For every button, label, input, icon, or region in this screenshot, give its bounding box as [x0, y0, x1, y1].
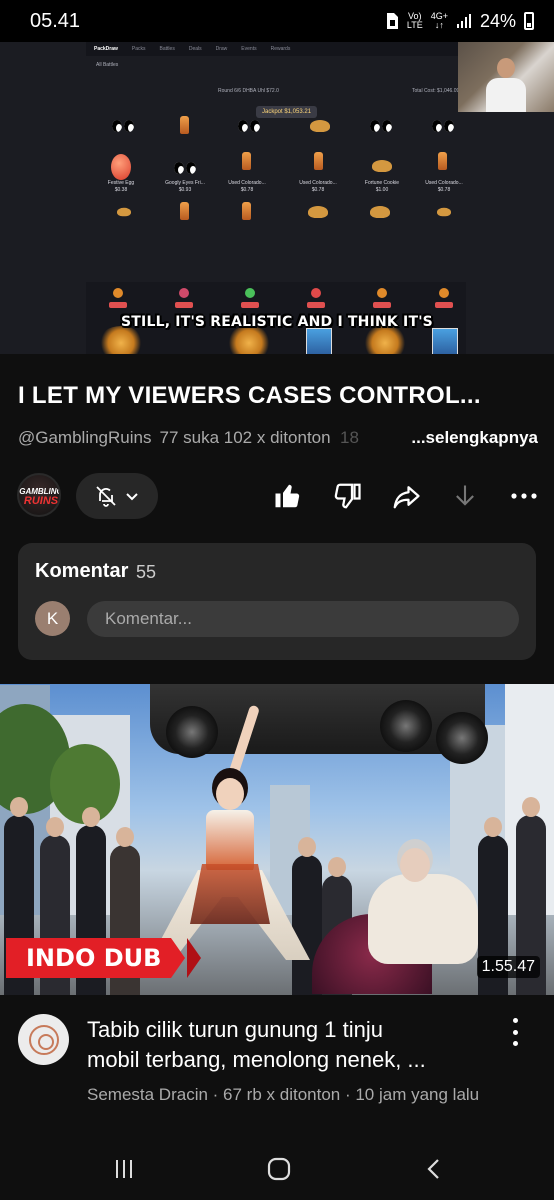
- item-name: Googly Eyes Fri...: [165, 180, 205, 186]
- embedded-jackpot: Jackpot $1,053.21: [256, 106, 318, 118]
- status-icons: Vo) LTE 4G+ ↓↑ 24%: [385, 11, 534, 32]
- item-price: $1.00: [375, 187, 389, 193]
- embedded-round: Round 6/6 DHBA Uhl $72.0: [218, 88, 279, 94]
- dislike-button[interactable]: [329, 478, 365, 514]
- comments-label: Komentar: [35, 560, 129, 582]
- channel-handle[interactable]: @GamblingRuins: [18, 428, 151, 448]
- embedded-total-cost: Total Cost: $1,046.09: [412, 88, 460, 94]
- chevron-down-icon: [126, 493, 138, 501]
- comments-count: 55: [136, 562, 157, 582]
- home-icon: [267, 1157, 291, 1181]
- notification-bell-button[interactable]: [76, 473, 158, 519]
- signal-icon: [456, 14, 471, 28]
- video-meta[interactable]: @GamblingRuins 77 suka 102 x ditonton 18…: [18, 428, 538, 448]
- item-bottle: [438, 152, 447, 170]
- user-avatar: K: [35, 601, 70, 636]
- item-name: Festive Egg: [107, 180, 135, 186]
- item-price: $0.78: [437, 187, 451, 193]
- next-video-title[interactable]: Tabib cilik turun gunung 1 tinju mobil t…: [87, 1015, 497, 1075]
- item-bottle: [180, 202, 189, 220]
- item-bottle: [242, 152, 251, 170]
- recent-apps-icon: [116, 1160, 132, 1178]
- streamer-webcam: [458, 42, 554, 112]
- battery-percent: 24%: [479, 10, 516, 31]
- item-price: $0.38: [114, 187, 128, 193]
- item-cookie: [117, 207, 131, 217]
- thumbs-down-icon: [334, 483, 361, 509]
- item-cookie: [370, 206, 390, 218]
- download-button[interactable]: [447, 478, 483, 514]
- comment-input[interactable]: Komentar...: [87, 601, 519, 637]
- item-cookie: [308, 206, 328, 218]
- indo-dub-badge: INDO DUB: [6, 938, 202, 978]
- next-channel-avatar[interactable]: [18, 1014, 69, 1065]
- thumbnail-grandmother: [312, 844, 482, 994]
- sim-card-icon: [386, 13, 398, 29]
- item-cookie: [310, 120, 330, 132]
- more-horizontal-icon: [511, 493, 537, 499]
- back-button[interactable]: [414, 1154, 454, 1184]
- item-eyes: [112, 120, 134, 132]
- back-icon: [427, 1159, 439, 1179]
- next-video-meta: Semesta Dracin · 67 rb x ditonton · 10 j…: [87, 1085, 480, 1104]
- item-eyes: [174, 162, 196, 174]
- video-title[interactable]: I LET MY VIEWERS CASES CONTROL...: [18, 382, 538, 410]
- recent-apps-button[interactable]: [104, 1154, 144, 1184]
- volte-indicator: Vo) LTE: [406, 11, 423, 30]
- video-player[interactable]: PackDraw Packs Battles Deals Draw Events…: [0, 42, 554, 354]
- like-button[interactable]: [270, 478, 306, 514]
- item-egg: [111, 154, 131, 180]
- home-button[interactable]: [259, 1154, 299, 1184]
- comments-card[interactable]: Komentar 55 K Komentar...: [18, 543, 536, 660]
- item-bottle: [242, 202, 251, 220]
- like-count: 77 suka: [159, 428, 220, 447]
- video-caption: STILL, IT'S REALISTIC AND I THINK IT'S: [121, 314, 433, 330]
- next-video-menu-button[interactable]: [505, 1018, 525, 1046]
- bell-off-icon: [96, 486, 116, 507]
- item-bottle: [180, 116, 189, 134]
- share-icon: [393, 486, 420, 509]
- meta-truncated: 18: [340, 428, 359, 447]
- item-eyes: [370, 120, 392, 132]
- status-bar: 05.41 Vo) LTE 4G+ ↓↑ 24%: [0, 0, 554, 42]
- share-button[interactable]: [388, 478, 424, 514]
- item-eyes: [238, 120, 260, 132]
- item-price: $0.93: [178, 187, 192, 193]
- system-nav-bar: [0, 1140, 554, 1200]
- network-indicator: 4G+ ↓↑: [430, 11, 448, 30]
- view-count: 102 x ditonton: [223, 428, 331, 447]
- item-price: $0.78: [240, 187, 254, 193]
- more-actions-button[interactable]: [506, 478, 542, 514]
- embedded-site-nav: PackDraw Packs Battles Deals Draw Events…: [86, 42, 466, 56]
- item-eyes: [432, 120, 454, 132]
- status-time: 05.41: [30, 9, 81, 32]
- item-price: $0.78: [311, 187, 325, 193]
- download-icon: [456, 485, 474, 506]
- battery-icon: [524, 12, 534, 30]
- show-more-link[interactable]: ...selengkapnya: [411, 428, 538, 448]
- channel-avatar[interactable]: GAMBLING RUINS: [17, 473, 61, 517]
- thumbs-up-icon: [275, 484, 300, 508]
- item-name: Used Colorado...: [299, 180, 337, 186]
- item-bottle: [314, 152, 323, 170]
- item-cookie: [372, 160, 392, 172]
- item-cookie: [437, 207, 451, 217]
- video-duration: 1.55.47: [476, 956, 540, 978]
- item-name: Used Colorado...: [425, 180, 463, 186]
- embedded-back-link: All Battles: [96, 62, 119, 68]
- item-name: Used Colorado...: [228, 180, 266, 186]
- item-name: Fortune Cookie: [364, 180, 400, 186]
